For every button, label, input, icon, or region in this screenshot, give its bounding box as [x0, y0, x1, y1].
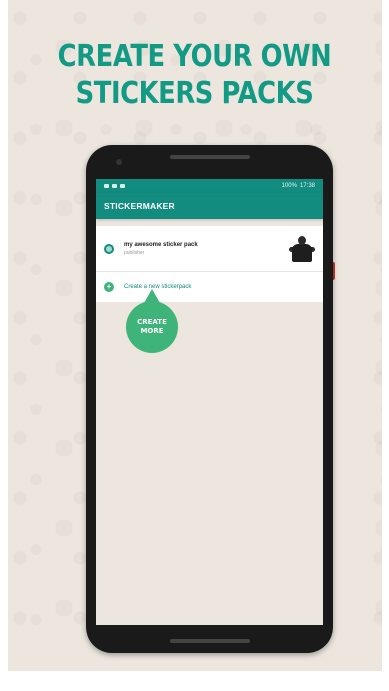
- headline-line-2: STICKERS PACKS: [75, 76, 314, 111]
- bubble-line-1: CREATE: [137, 318, 167, 326]
- add-icon: +: [104, 282, 114, 292]
- battery-level: 100%: [281, 183, 297, 189]
- notification-icon: [112, 184, 117, 188]
- clock: 17:38: [299, 183, 315, 189]
- sticker-pack-name: my awesome sticker pack: [124, 241, 198, 248]
- app-bar: STICKERMAKER: [96, 193, 323, 219]
- headline-line-1: CREATE YOUR OWN: [57, 39, 332, 74]
- camera-icon: [116, 159, 122, 165]
- sticker-pack-list: my awesome sticker pack publisher + Crea…: [96, 226, 323, 302]
- app-title: STICKERMAKER: [104, 201, 175, 211]
- notification-icon: [120, 184, 125, 188]
- phone-frame: 100% 17:38 STICKERMAKER my awesome stick…: [86, 145, 333, 653]
- sticker-thumbnail: [289, 234, 315, 264]
- sticker-thumbnail-body: [292, 243, 312, 262]
- sticker-thumbnail-head: [298, 235, 306, 245]
- phone-screen: 100% 17:38 STICKERMAKER my awesome stick…: [96, 179, 323, 625]
- create-sticker-pack-button[interactable]: + Create a new stickerpack: [96, 272, 323, 302]
- bubble-line-2: MORE: [140, 327, 164, 335]
- notification-icons: [104, 184, 125, 188]
- phone-bottom-speaker: [170, 639, 250, 643]
- status-indicators: 100% 17:38: [282, 183, 315, 189]
- create-more-bubble: CREATE MORE: [126, 301, 178, 353]
- phone-speaker: [170, 155, 250, 159]
- promo-headline: CREATE YOUR OWN STICKERS PACKS: [27, 38, 362, 112]
- sticker-pack-publisher: publisher: [124, 249, 145, 256]
- sticker-pack-text: my awesome sticker pack publisher: [124, 242, 289, 256]
- sticker-pack-item[interactable]: my awesome sticker pack publisher: [96, 226, 323, 272]
- notification-icon: [104, 184, 109, 188]
- globe-icon: [104, 243, 114, 254]
- status-bar: 100% 17:38: [96, 179, 323, 193]
